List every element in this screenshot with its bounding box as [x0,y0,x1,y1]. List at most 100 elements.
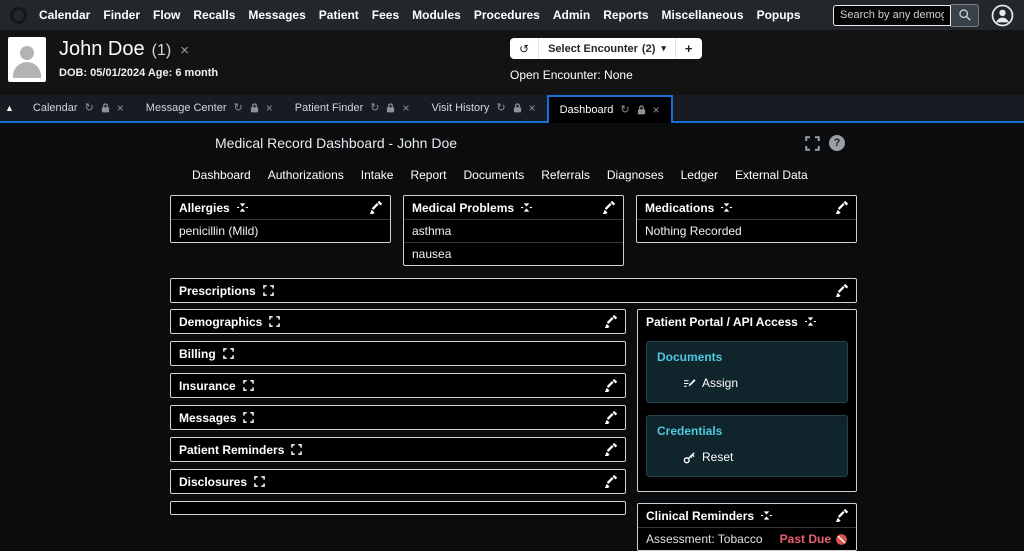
select-encounter-dropdown[interactable]: Select Encounter (2) ▾ [539,38,675,59]
tab-patient-finder[interactable]: Patient Finder ↻ × [284,95,421,121]
assign-button[interactable]: Assign [683,376,837,390]
encounter-history-icon[interactable]: ↺ [510,38,540,59]
expand-card-icon[interactable] [222,348,234,359]
expand-card-icon[interactable] [254,476,265,487]
tab-lock-icon[interactable] [637,105,646,115]
edit-icon[interactable] [369,201,382,214]
fullscreen-icon[interactable] [805,135,820,151]
subnav-authorizations[interactable]: Authorizations [268,168,344,182]
menu-calendar[interactable]: Calendar [39,8,90,22]
patient-photo-silhouette [20,46,34,60]
tab-lock-icon[interactable] [513,103,522,113]
tab-refresh-icon[interactable]: ↻ [620,104,629,116]
openemr-screen: { "glyphs": { "close": "×", "caret_up": … [0,0,1024,551]
tab-close-icon[interactable]: × [117,102,124,114]
menu-flow[interactable]: Flow [153,8,180,22]
openemr-logo-icon[interactable] [10,6,27,24]
patient-name: John Doe [59,38,145,60]
shrink-card-icon[interactable] [236,202,248,213]
subnav-diagnoses[interactable]: Diagnoses [607,168,664,182]
subnav-intake[interactable]: Intake [361,168,394,182]
menu-recalls[interactable]: Recalls [193,8,235,22]
tab-dashboard[interactable]: Dashboard ↻ × [546,95,673,123]
collapse-header-caret-icon[interactable]: ▲ [5,103,14,113]
menu-patient[interactable]: Patient [319,8,359,22]
file-signature-icon [684,378,696,387]
menu-procedures[interactable]: Procedures [474,8,540,22]
main-menu: Calendar Finder Flow Recalls Messages Pa… [39,8,801,22]
expand-card-icon[interactable] [269,316,281,327]
tab-refresh-icon[interactable]: ↻ [496,102,505,114]
tab-close-icon[interactable]: × [266,102,273,114]
menu-reports[interactable]: Reports [603,8,648,22]
problem-item[interactable]: nausea [404,242,623,265]
subnav-referrals[interactable]: Referrals [541,168,590,182]
new-encounter-button[interactable]: + [674,38,702,59]
tab-visit-history[interactable]: Visit History ↻ × [420,95,546,121]
tab-message-center[interactable]: Message Center ↻ × [135,95,284,121]
tab-refresh-icon[interactable]: ↻ [234,102,243,114]
menu-miscellaneous[interactable]: Miscellaneous [662,8,744,22]
top-navbar: Calendar Finder Flow Recalls Messages Pa… [0,0,1024,30]
shrink-card-icon[interactable] [761,510,773,521]
close-patient-icon[interactable]: × [180,42,189,59]
edit-icon[interactable] [835,509,848,522]
card-clinical-reminders: Clinical Reminders Assessment: Tobacco P… [637,503,857,551]
tab-close-icon[interactable]: × [529,102,536,114]
card-title: Medical Problems [412,200,515,215]
tab-close-icon[interactable]: × [653,104,660,116]
expand-card-icon[interactable] [243,412,255,423]
menu-finder[interactable]: Finder [103,8,140,22]
search-input[interactable] [833,4,951,26]
card-insurance: Insurance [170,373,626,398]
edit-icon[interactable] [604,379,617,392]
encounter-controls: ↺ Select Encounter (2) ▾ + Open Encounte… [510,38,702,82]
edit-icon[interactable] [604,411,617,424]
menu-fees[interactable]: Fees [372,8,399,22]
patient-search [833,3,979,27]
allergy-item[interactable]: penicillin (Mild) [171,219,390,242]
tab-refresh-icon[interactable]: ↻ [370,102,379,114]
tab-lock-icon[interactable] [386,103,395,113]
subnav-report[interactable]: Report [410,168,446,182]
portal-credentials-section: Credentials Reset [646,415,848,477]
menu-admin[interactable]: Admin [553,8,590,22]
subnav-documents[interactable]: Documents [464,168,525,182]
patient-info: John Doe (1) × DOB: 05/01/2024 Age: 6 mo… [59,37,218,95]
menu-popups[interactable]: Popups [757,8,801,22]
help-icon[interactable]: ? [829,135,845,151]
subnav-external-data[interactable]: External Data [735,168,808,182]
tab-calendar[interactable]: Calendar ↻ × [22,95,135,121]
caret-down-icon: ▾ [661,43,666,53]
tab-bar: ▲ Calendar ↻ × Message Center ↻ × Patien… [0,95,1024,123]
tab-refresh-icon[interactable]: ↻ [85,102,94,114]
open-encounter-status: Open Encounter: None [510,68,633,82]
edit-icon[interactable] [835,201,848,214]
subnav-dashboard[interactable]: Dashboard [192,168,251,182]
shrink-card-icon[interactable] [521,202,533,213]
edit-icon[interactable] [604,443,617,456]
card-allergies: Allergies penicillin (Mild) [170,195,391,243]
expand-card-icon[interactable] [291,444,303,455]
tab-lock-icon[interactable] [101,103,110,113]
search-button[interactable] [951,3,979,27]
menu-modules[interactable]: Modules [412,8,461,22]
tab-close-icon[interactable]: × [402,102,409,114]
portal-documents-section: Documents Assign [646,341,848,403]
shrink-card-icon[interactable] [721,202,733,213]
expand-card-icon[interactable] [242,380,254,391]
reset-button[interactable]: Reset [683,450,837,464]
edit-icon[interactable] [602,201,615,214]
menu-messages[interactable]: Messages [248,8,305,22]
edit-icon[interactable] [835,284,848,297]
edit-icon[interactable] [604,475,617,488]
expand-card-icon[interactable] [262,285,274,296]
tab-lock-icon[interactable] [250,103,259,113]
subnav-ledger[interactable]: Ledger [681,168,718,182]
shrink-card-icon[interactable] [804,316,816,327]
patient-photo[interactable] [8,37,46,82]
edit-icon[interactable] [604,315,617,328]
user-account-icon[interactable] [991,4,1014,27]
card-title: Messages [179,410,237,425]
problem-item[interactable]: asthma [404,219,623,242]
